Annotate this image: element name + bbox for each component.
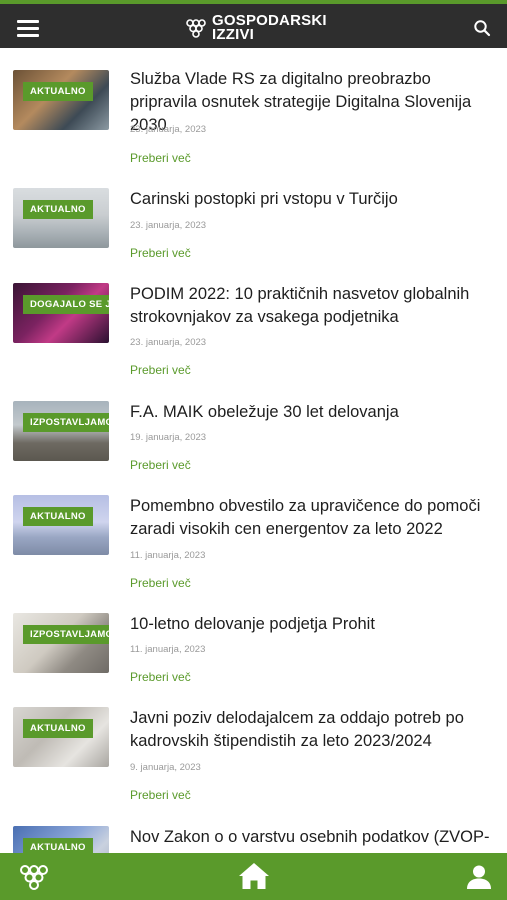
category-badge: AKTUALNO — [23, 200, 93, 219]
article-title[interactable]: Carinski postopki pri vstopu v Turčijo — [130, 188, 495, 211]
article-date: 9. januarja, 2023 — [130, 762, 201, 773]
bottom-nav-bar — [0, 853, 507, 900]
home-icon[interactable] — [238, 861, 270, 891]
logo-text: GOSPODARSKI IZZIVI — [212, 13, 327, 43]
article-date: 23. januarja, 2023 — [130, 220, 207, 231]
article-title[interactable]: Pomembno obvestilo za upravičence do pom… — [130, 495, 495, 541]
category-badge: AKTUALNO — [23, 719, 93, 738]
read-more-link[interactable]: Preberi več — [130, 246, 191, 260]
article-date: 23. januarja, 2023 — [130, 124, 207, 135]
read-more-link[interactable]: Preberi več — [130, 363, 191, 377]
read-more-link[interactable]: Preberi več — [130, 788, 191, 802]
category-badge: AKTUALNO — [23, 507, 93, 526]
article-list[interactable]: AKTUALNO Služba Vlade RS za digitalno pr… — [0, 48, 507, 853]
category-badge: IZPOSTAVLJAMO — [23, 625, 109, 644]
search-icon[interactable] — [473, 19, 491, 37]
article-thumbnail[interactable]: AKTUALNO — [13, 495, 109, 555]
logo-line2: IZZIVI — [212, 26, 255, 43]
article-thumbnail[interactable]: AKTUALNO — [13, 707, 109, 767]
read-more-link[interactable]: Preberi več — [130, 458, 191, 472]
article-title[interactable]: F.A. MAIK obeležuje 30 let delovanja — [130, 401, 495, 424]
article-date: 11. januarja, 2023 — [130, 550, 206, 561]
article-thumbnail[interactable]: AKTUALNO — [13, 826, 109, 853]
site-logo[interactable]: GOSPODARSKI IZZIVI — [184, 11, 327, 45]
article-date: 19. januarja, 2023 — [130, 432, 207, 443]
top-app-bar: GOSPODARSKI IZZIVI — [0, 0, 507, 48]
category-badge: AKTUALNO — [23, 82, 93, 101]
read-more-link[interactable]: Preberi več — [130, 151, 191, 165]
article-title[interactable]: Javni poziv delodajalcem za oddajo potre… — [130, 707, 495, 753]
category-badge: IZPOSTAVLJAMO — [23, 413, 109, 432]
category-badge: DOGAJALO SE JE — [23, 295, 109, 314]
article-date: 11. januarja, 2023 — [130, 644, 206, 655]
category-badge: AKTUALNO — [23, 838, 93, 853]
article-thumbnail[interactable]: AKTUALNO — [13, 70, 109, 130]
read-more-link[interactable]: Preberi več — [130, 670, 191, 684]
user-icon[interactable] — [466, 864, 492, 890]
read-more-link[interactable]: Preberi več — [130, 576, 191, 590]
grapes-logo-icon[interactable] — [17, 862, 51, 892]
article-thumbnail[interactable]: IZPOSTAVLJAMO — [13, 613, 109, 673]
article-thumbnail[interactable]: IZPOSTAVLJAMO — [13, 401, 109, 461]
grapes-logo-icon — [186, 19, 206, 38]
article-title[interactable]: 10-letno delovanje podjetja Prohit — [130, 613, 495, 636]
article-thumbnail[interactable]: DOGAJALO SE JE — [13, 283, 109, 343]
article-date: 23. januarja, 2023 — [130, 337, 207, 348]
hamburger-icon[interactable] — [17, 20, 39, 37]
article-thumbnail[interactable]: AKTUALNO — [13, 188, 109, 248]
article-title[interactable]: PODIM 2022: 10 praktičnih nasvetov globa… — [130, 283, 495, 329]
article-title[interactable]: Nov Zakon o o varstvu osebnih podatkov (… — [130, 826, 495, 849]
